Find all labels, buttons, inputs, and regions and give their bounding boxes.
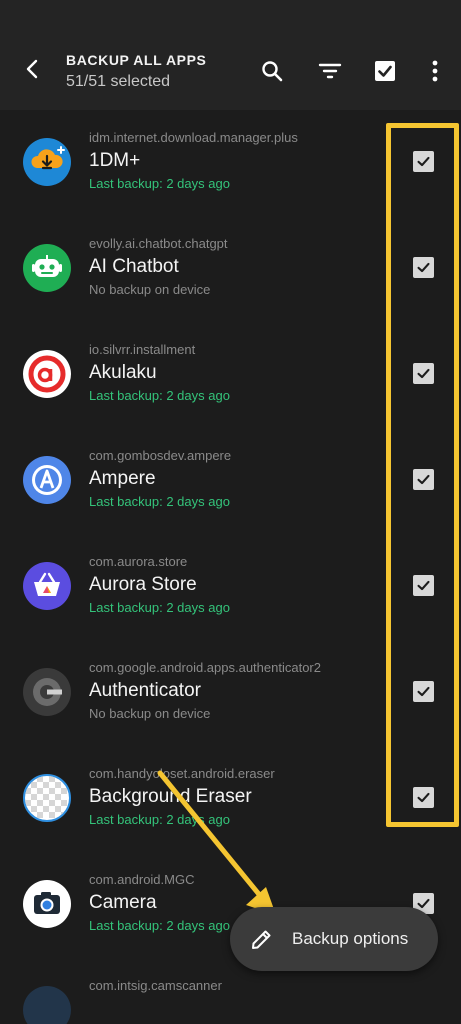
back-button[interactable] (18, 54, 48, 84)
overflow-menu-button[interactable] (420, 56, 450, 86)
backup-status: Last backup: 2 days ago (89, 812, 230, 827)
akulaku-logo-icon (23, 350, 71, 398)
app-name: AI Chatbot (89, 256, 179, 277)
check-icon (417, 792, 430, 803)
authenticator-icon (23, 668, 71, 716)
shopping-basket-icon (23, 562, 71, 610)
app-checkbox[interactable] (413, 787, 434, 808)
package-name: com.google.android.apps.authenticator2 (89, 660, 321, 675)
app-name: Ampere (89, 468, 156, 489)
backup-status: No backup on device (89, 282, 211, 297)
robot-icon (23, 244, 71, 292)
package-name: io.silvrr.installment (89, 342, 196, 357)
app-bar: BACKUP ALL APPS 51/51 selected (0, 0, 461, 110)
chevron-left-icon (26, 59, 38, 79)
pencil-icon (252, 930, 271, 949)
backup-options-button[interactable]: Backup options (230, 907, 438, 971)
package-name: com.intsig.camscanner (89, 978, 222, 993)
list-item[interactable]: evolly.ai.chatbot.chatgpt AI Chatbot No … (0, 216, 461, 322)
package-name: com.aurora.store (89, 554, 188, 569)
backup-status: No backup on device (89, 706, 211, 721)
filter-button[interactable] (315, 56, 345, 86)
app-name: Camera (89, 892, 157, 913)
list-item[interactable]: idm.internet.download.manager.plus 1DM+ … (0, 110, 461, 216)
list-item[interactable]: io.silvrr.installment Akulaku Last backu… (0, 322, 461, 428)
app-checkbox[interactable] (413, 151, 434, 172)
page-title: BACKUP ALL APPS (66, 52, 207, 68)
package-name: com.gombosdev.ampere (89, 448, 232, 463)
app-name: Akulaku (89, 362, 157, 383)
app-checkbox[interactable] (413, 575, 434, 596)
app-checkbox[interactable] (413, 257, 434, 278)
list-item[interactable]: com.google.android.apps.authenticator2 A… (0, 640, 461, 746)
app-name: Aurora Store (89, 574, 197, 595)
camscanner-icon (23, 986, 71, 1024)
camera-icon (23, 880, 71, 928)
check-icon (417, 686, 430, 697)
list-item[interactable]: com.aurora.store Aurora Store Last backu… (0, 534, 461, 640)
package-name: idm.internet.download.manager.plus (89, 130, 298, 145)
check-icon (417, 474, 430, 485)
app-list: idm.internet.download.manager.plus 1DM+ … (0, 110, 461, 1024)
backup-status: Last backup: 2 days ago (89, 388, 230, 403)
transparent-grid-icon (23, 774, 71, 822)
app-name: 1DM+ (89, 150, 141, 171)
backup-status: Last backup: 2 days ago (89, 918, 230, 933)
app-checkbox[interactable] (413, 363, 434, 384)
filter-icon (318, 63, 342, 79)
package-name: evolly.ai.chatbot.chatgpt (89, 236, 228, 251)
more-vert-icon (432, 60, 438, 82)
check-icon (417, 262, 430, 273)
select-all-button[interactable] (370, 56, 400, 86)
ampere-logo-icon (23, 456, 71, 504)
check-icon (417, 156, 430, 167)
backup-status: Last backup: 2 days ago (89, 494, 230, 509)
package-name: com.android.MGC (89, 872, 195, 887)
app-checkbox[interactable] (413, 681, 434, 702)
app-name: Authenticator (89, 680, 201, 701)
download-cloud-icon (23, 138, 71, 186)
check-icon (417, 368, 430, 379)
checkbox-checked-icon (375, 61, 395, 81)
search-button[interactable] (257, 56, 287, 86)
package-name: com.handyoloset.android.eraser (89, 766, 275, 781)
selection-count: 51/51 selected (66, 73, 171, 90)
list-item[interactable]: com.handyoloset.android.eraser Backgroun… (0, 746, 461, 852)
list-item[interactable]: com.gombosdev.ampere Ampere Last backup:… (0, 428, 461, 534)
backup-status: Last backup: 2 days ago (89, 600, 230, 615)
backup-status: Last backup: 2 days ago (89, 176, 230, 191)
backup-options-label: Backup options (292, 929, 409, 948)
check-icon (417, 580, 430, 591)
app-name: Background Eraser (89, 786, 252, 807)
app-checkbox[interactable] (413, 469, 434, 490)
search-icon (262, 61, 283, 82)
